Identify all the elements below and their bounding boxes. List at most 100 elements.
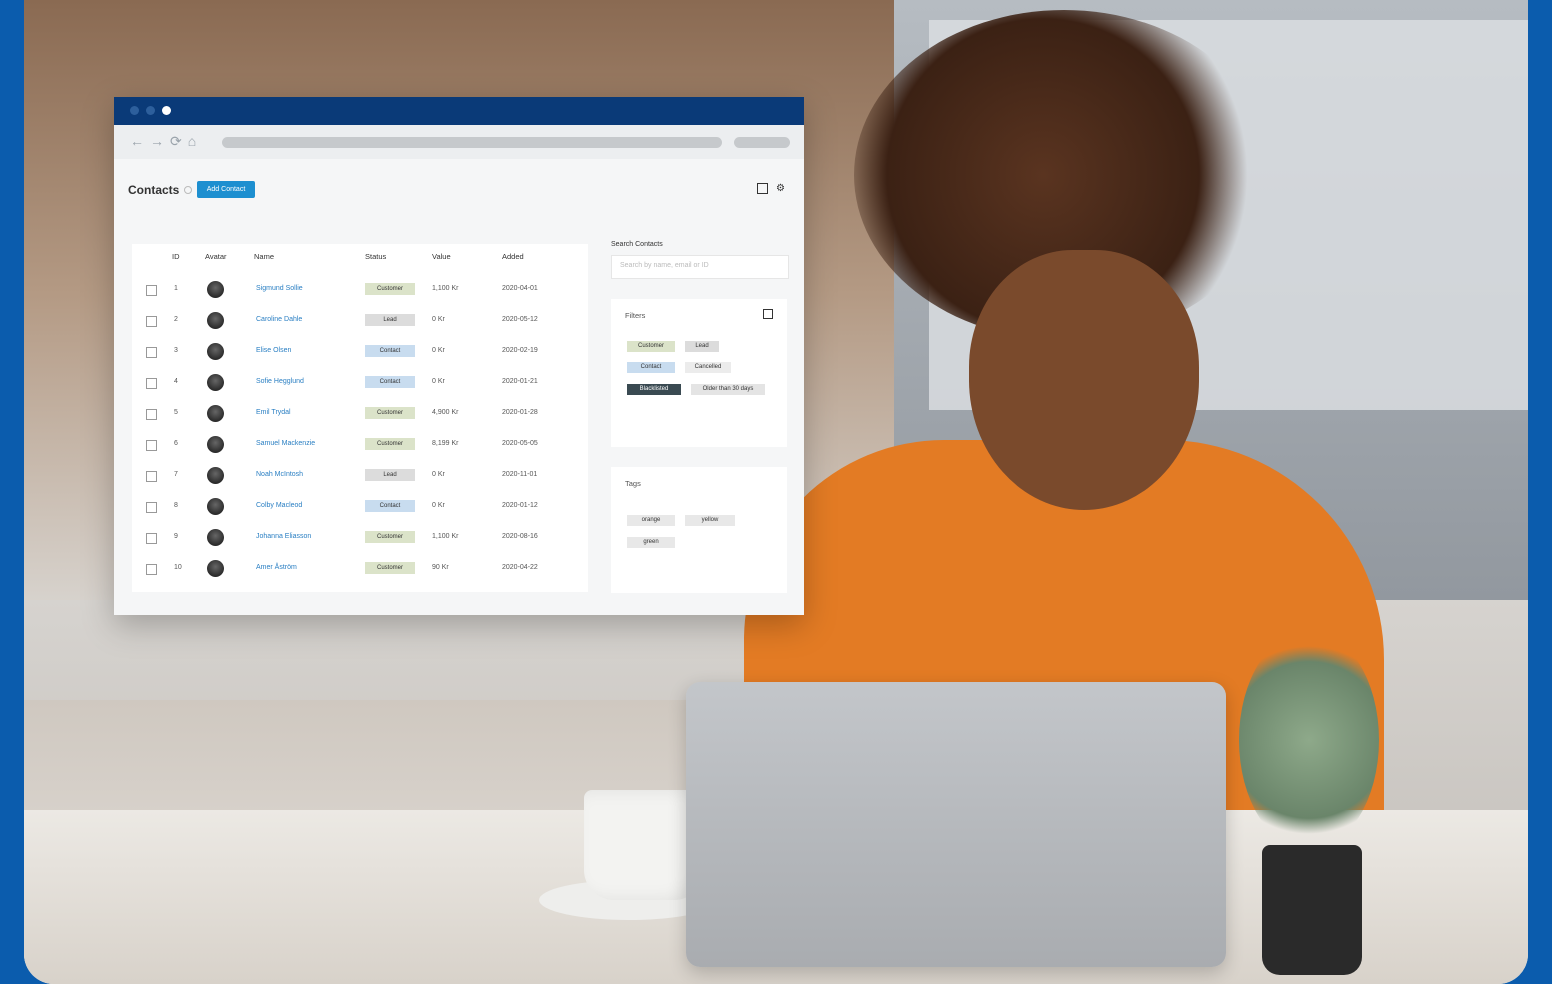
column-header-added[interactable]: Added [502,252,524,261]
window-dot-icon[interactable] [146,106,155,115]
filter-chip-customer[interactable]: Customer [627,341,675,352]
row-added-date: 2020-01-12 [502,502,538,509]
row-id: 6 [174,440,178,447]
row-value: 0 Kr [432,502,445,509]
row-added-date: 2020-01-28 [502,409,538,416]
filters-expand-icon[interactable] [763,309,773,319]
row-value: 0 Kr [432,378,445,385]
column-header-name[interactable]: Name [254,252,274,261]
add-contact-button[interactable]: Add Contact [197,181,255,198]
avatar [207,343,224,360]
row-checkbox[interactable] [146,316,157,327]
column-header-status[interactable]: Status [365,252,386,261]
status-badge: Contact [365,376,415,388]
column-header-id[interactable]: ID [172,252,180,261]
table-row[interactable]: 9 Johanna Eliasson Customer 1,100 Kr 202… [132,522,588,553]
row-checkbox[interactable] [146,347,157,358]
status-badge: Customer [365,562,415,574]
toolbar-search-bar[interactable] [734,137,790,148]
contact-name-link[interactable]: Samuel Mackenzie [256,440,315,447]
row-checkbox[interactable] [146,285,157,296]
row-added-date: 2020-02-19 [502,347,538,354]
contacts-page: Contacts Add Contact ⚙ ID Avatar Name St… [114,159,804,615]
table-row[interactable]: 10 Amer Åström Customer 90 Kr 2020-04-22 [132,553,588,584]
contact-name-link[interactable]: Emil Trydal [256,409,291,416]
address-bar[interactable] [222,137,722,148]
contacts-table: ID Avatar Name Status Value Added 1 Sigm… [132,244,588,592]
row-value: 0 Kr [432,471,445,478]
filters-panel: Filters Customer Lead Contact Cancelled … [611,299,787,447]
row-checkbox[interactable] [146,502,157,513]
status-badge: Customer [365,283,415,295]
filter-chip-older[interactable]: Older than 30 days [691,384,765,395]
row-id: 7 [174,471,178,478]
table-row[interactable]: 2 Caroline Dahle Lead 0 Kr 2020-05-12 [132,305,588,336]
tag-chip-yellow[interactable]: yellow [685,515,735,526]
contact-name-link[interactable]: Johanna Eliasson [256,533,311,540]
row-checkbox[interactable] [146,378,157,389]
row-value: 0 Kr [432,316,445,323]
reload-icon[interactable]: ⟳ [170,133,188,149]
row-checkbox[interactable] [146,409,157,420]
avatar [207,467,224,484]
settings-icon[interactable]: ⚙ [775,183,786,194]
back-arrow-icon[interactable]: ← [130,133,150,149]
table-row[interactable]: 7 Noah McIntosh Lead 0 Kr 2020-11-01 [132,460,588,491]
avatar [207,281,224,298]
status-badge: Contact [365,345,415,357]
table-row[interactable]: 5 Emil Trydal Customer 4,900 Kr 2020-01-… [132,398,588,429]
window-dot-icon[interactable] [162,106,171,115]
column-header-avatar[interactable]: Avatar [205,252,227,261]
table-row[interactable]: 4 Sofie Hegglund Contact 0 Kr 2020-01-21 [132,367,588,398]
status-badge: Lead [365,314,415,326]
row-value: 8,199 Kr [432,440,459,447]
row-checkbox[interactable] [146,440,157,451]
filters-title: Filters [625,311,646,320]
contact-name-link[interactable]: Caroline Dahle [256,316,302,323]
forward-arrow-icon[interactable]: → [150,133,170,149]
avatar [207,498,224,515]
browser-toolbar: ←→⟳⌂ [114,125,804,159]
row-value: 4,900 Kr [432,409,459,416]
row-checkbox[interactable] [146,471,157,482]
contact-name-link[interactable]: Amer Åström [256,564,297,571]
tag-chip-green[interactable]: green [627,537,675,548]
row-added-date: 2020-11-01 [502,471,538,478]
status-badge: Contact [365,500,415,512]
row-value: 1,100 Kr [432,285,459,292]
filter-chip-blacklisted[interactable]: Blacklisted [627,384,681,395]
row-value: 90 Kr [432,564,449,571]
row-id: 2 [174,316,178,323]
tag-chip-orange[interactable]: orange [627,515,675,526]
filter-chip-lead[interactable]: Lead [685,341,719,352]
avatar [207,560,224,577]
contact-name-link[interactable]: Sofie Hegglund [256,378,304,385]
avatar [207,312,224,329]
avatar [207,405,224,422]
row-checkbox[interactable] [146,564,157,575]
filter-chip-contact[interactable]: Contact [627,362,675,373]
search-input[interactable]: Search by name, email or ID [611,255,789,279]
table-row[interactable]: 1 Sigmund Sollie Customer 1,100 Kr 2020-… [132,274,588,305]
browser-window: ←→⟳⌂ Contacts Add Contact ⚙ ID Avatar Na… [114,97,804,615]
table-row[interactable]: 6 Samuel Mackenzie Customer 8,199 Kr 202… [132,429,588,460]
row-value: 0 Kr [432,347,445,354]
column-header-value[interactable]: Value [432,252,451,261]
window-dot-icon[interactable] [130,106,139,115]
contact-name-link[interactable]: Elise Olsen [256,347,291,354]
contact-name-link[interactable]: Colby Macleod [256,502,302,509]
tags-panel: Tags orange yellow green [611,467,787,593]
contact-name-link[interactable]: Sigmund Sollie [256,285,303,292]
status-badge: Customer [365,531,415,543]
export-icon[interactable] [757,183,768,194]
home-icon[interactable]: ⌂ [188,133,202,149]
table-row[interactable]: 3 Elise Olsen Contact 0 Kr 2020-02-19 [132,336,588,367]
info-icon[interactable] [184,186,192,194]
row-value: 1,100 Kr [432,533,459,540]
table-row[interactable]: 8 Colby Macleod Contact 0 Kr 2020-01-12 [132,491,588,522]
row-added-date: 2020-05-05 [502,440,538,447]
contact-name-link[interactable]: Noah McIntosh [256,471,303,478]
filter-chip-cancelled[interactable]: Cancelled [685,362,731,373]
row-added-date: 2020-04-22 [502,564,538,571]
row-checkbox[interactable] [146,533,157,544]
